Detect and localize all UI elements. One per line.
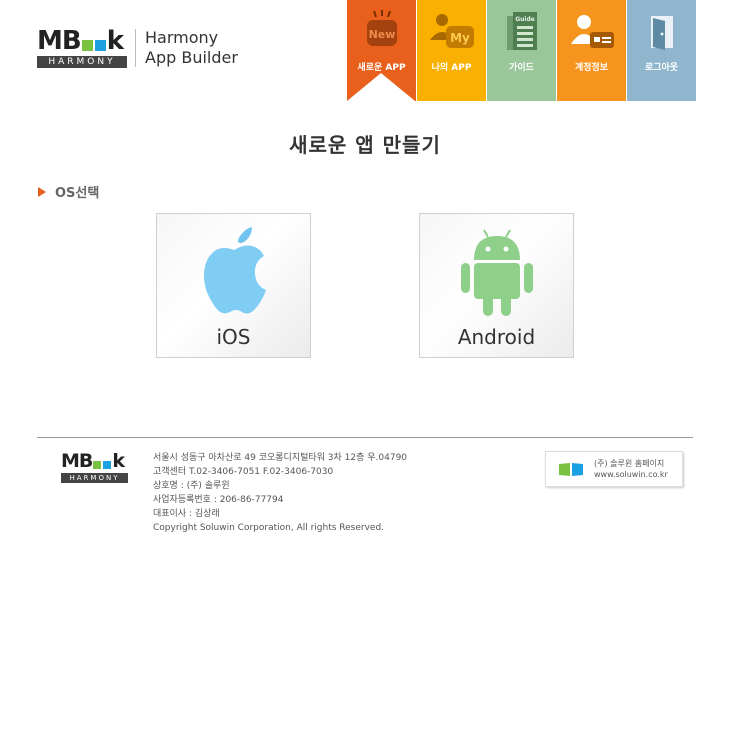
business-number-line: 사업자등록번호 : 206-86-77794 <box>153 495 284 505</box>
logo-divider <box>135 29 136 67</box>
company-name-line: 상호명 : (주) 솔루윈 <box>153 481 230 491</box>
new-app-icon: New <box>366 10 397 46</box>
account-icon <box>570 15 614 48</box>
address-line: 서울시 성동구 아차산로 49 코오롱디지털타워 3차 12층 우.04790 <box>153 453 408 463</box>
homepage-link-button[interactable]: (주) 솔루윈 홈페이지 www.soluwin.co.kr <box>545 451 683 487</box>
nav-label: 새로운 APP <box>357 63 406 73</box>
section-label: OS선택 <box>55 186 100 201</box>
company-info: 서울시 성동구 아차산로 49 코오롱디지털타워 3차 12층 우.04790 … <box>153 451 407 535</box>
book-icon <box>559 463 583 476</box>
footer-logo: MB k HARMONY <box>61 452 128 483</box>
nav-label: 로그아웃 <box>644 63 679 73</box>
os-label: iOS <box>216 325 251 349</box>
logo-wordmark: MB k <box>37 26 124 56</box>
app-logo[interactable]: MB k HARMONY Harmony App Builder <box>37 28 238 68</box>
top-nav: New 새로운 APP My 나의 APP Guide 가이드 계정정보 로그아… <box>347 0 696 101</box>
svg-text:My: My <box>450 31 470 45</box>
ios-option-button[interactable]: iOS <box>156 213 311 358</box>
logout-icon <box>650 16 673 50</box>
nav-account[interactable]: 계정정보 <box>557 0 626 101</box>
svg-text:New: New <box>368 28 395 41</box>
footer-divider <box>37 437 693 438</box>
android-icon <box>460 229 533 316</box>
mbook-logo-mark: MB k HARMONY <box>37 28 127 68</box>
svg-text:Guide: Guide <box>515 16 535 23</box>
nav-new-app[interactable]: New 새로운 APP <box>347 0 416 101</box>
logo-subtitle: HARMONY <box>37 56 127 68</box>
os-label: Android <box>457 325 536 349</box>
nav-label: 가이드 <box>509 63 534 73</box>
nav-label: 나의 APP <box>431 63 472 73</box>
app-name: Harmony App Builder <box>145 28 238 67</box>
nav-my-app[interactable]: My 나의 APP <box>417 0 486 101</box>
homepage-link-text: (주) 솔루윈 홈페이지 www.soluwin.co.kr <box>594 459 668 479</box>
os-section-heading: OS선택 <box>38 182 99 201</box>
active-indicator <box>347 73 415 101</box>
apple-icon <box>203 227 266 314</box>
page-title: 새로운 앱 만들기 <box>289 133 441 157</box>
android-option-button[interactable]: Android <box>419 213 574 358</box>
guide-icon: Guide <box>506 12 537 50</box>
logo-wordmark: MB k <box>61 450 125 472</box>
logo-subtitle: HARMONY <box>61 473 128 483</box>
ceo-line: 대표이사 : 김상래 <box>153 509 220 519</box>
nav-label: 계정정보 <box>574 63 609 73</box>
nav-logout[interactable]: 로그아웃 <box>627 0 696 101</box>
copyright-line: Copyright Soluwin Corporation, All right… <box>153 523 385 533</box>
section-arrow-icon <box>38 186 46 197</box>
nav-guide[interactable]: Guide 가이드 <box>487 0 556 101</box>
my-app-icon: My <box>429 14 474 48</box>
contact-line: 고객센터 T.02-3406-7051 F.02-3406-7030 <box>153 467 334 477</box>
